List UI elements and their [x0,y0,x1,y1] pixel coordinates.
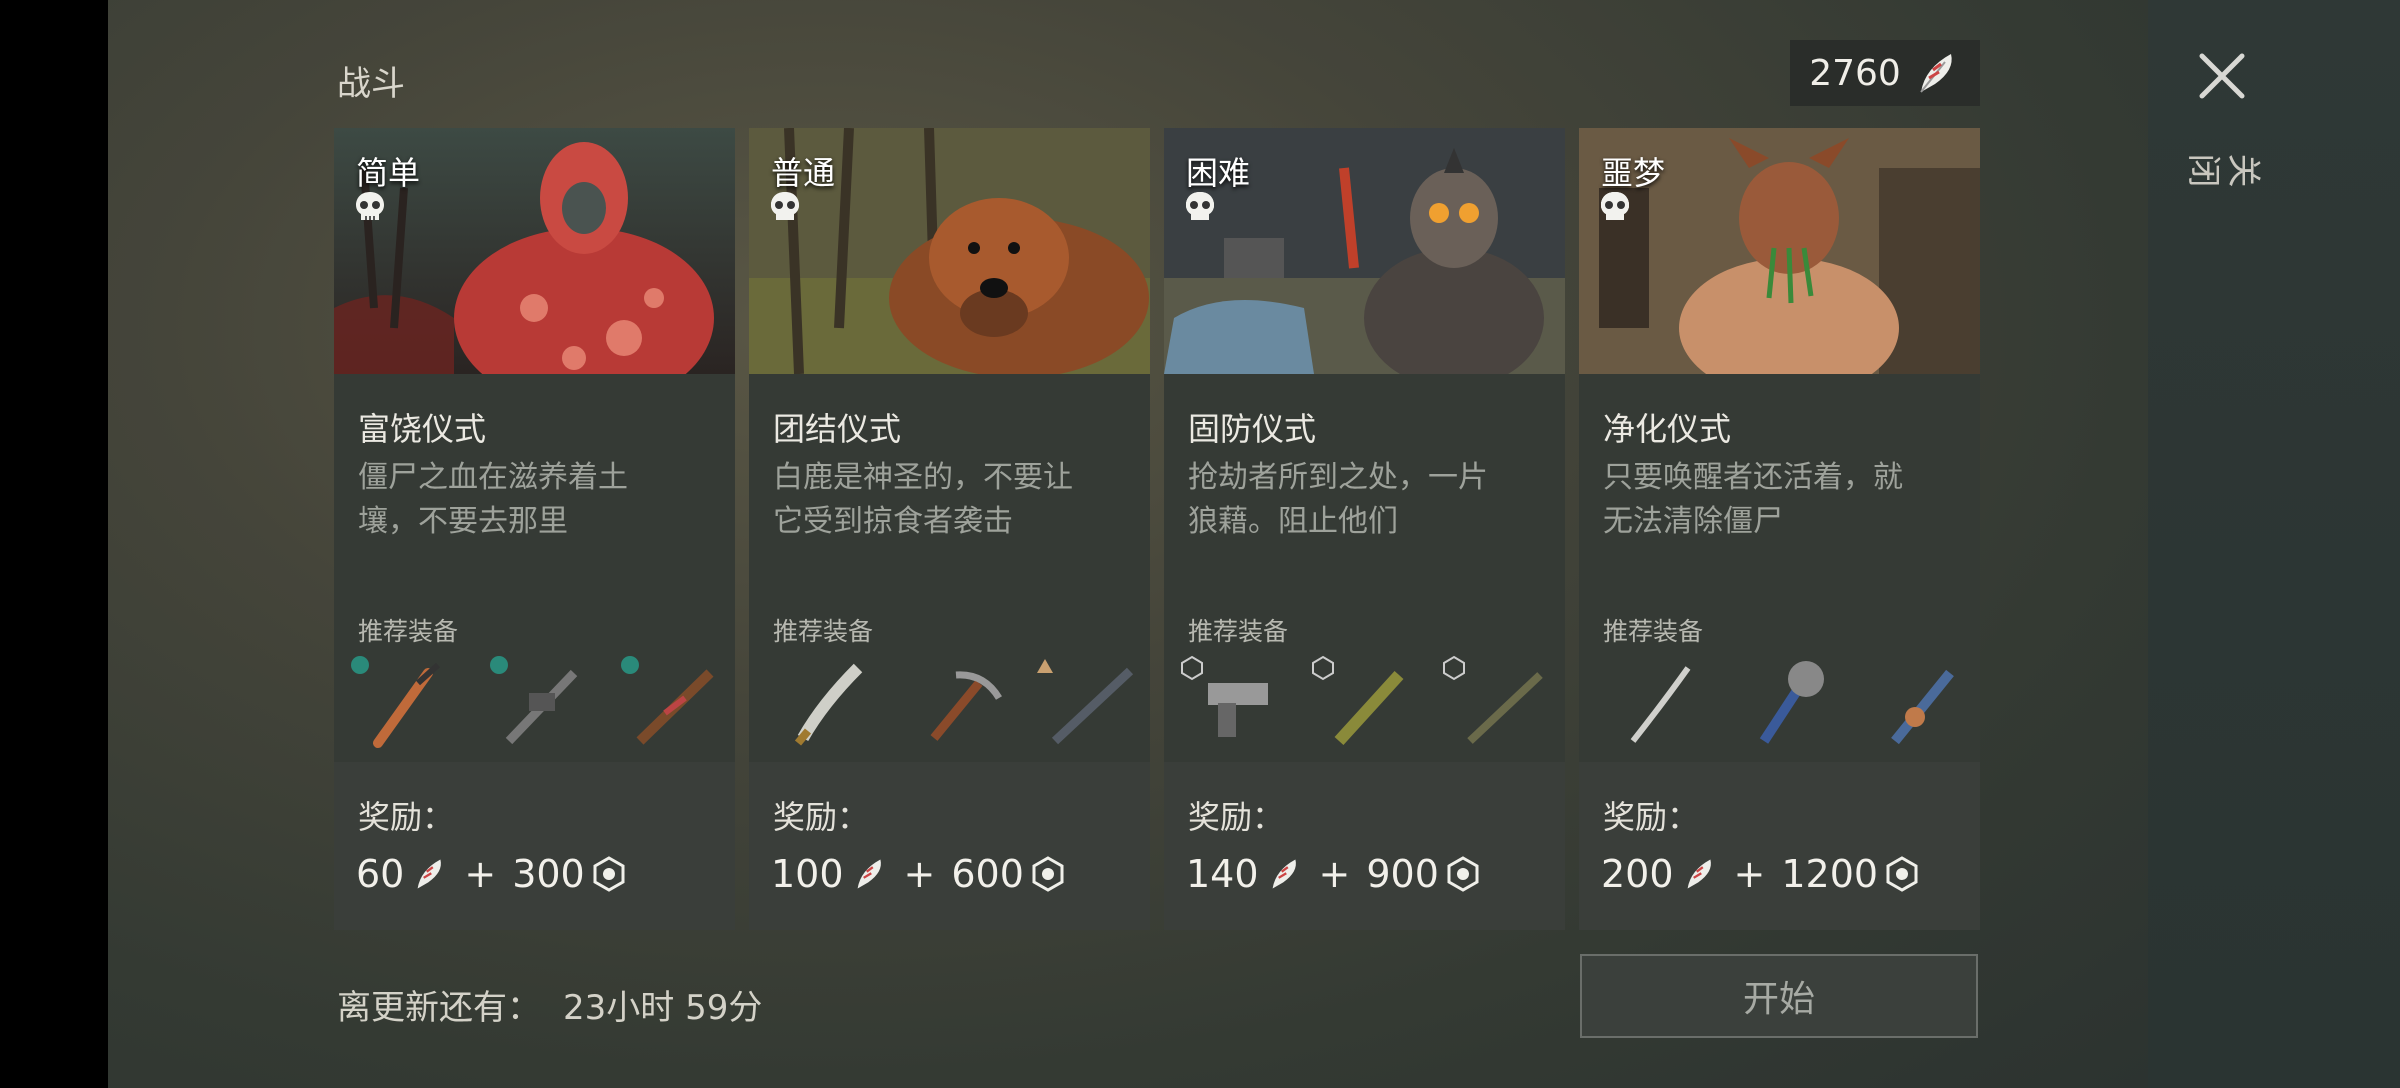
mission-card-nightmare[interactable]: 噩梦 净化仪式 只要唤醒者还活着，就 无法清除僵尸 推荐装备 奖励： 200 +… [1579,128,1980,930]
reward-label: 奖励： [358,798,455,836]
desc-line: 抢劫者所到之处，一片 [1188,460,1488,495]
reward-label: 奖励： [1188,798,1285,836]
desc-line: 壤，不要去那里 [358,504,568,539]
equipment-item[interactable] [1855,653,1973,753]
difficulty-label: 普通 [771,154,836,192]
token-icon [593,856,625,892]
mission-description: 白鹿是神圣的，不要让 它受到掠食者袭击 [773,456,1133,544]
equipment-item[interactable] [1178,653,1296,753]
equipment-label: 推荐装备 [773,617,874,646]
equipment-item[interactable] [348,653,466,753]
mission-name: 净化仪式 [1603,410,1732,448]
close-label[interactable]: 关闭 [2182,147,2262,192]
equipment-item[interactable] [1724,653,1842,753]
equipment-row [1178,653,1558,753]
reward-area: 奖励： 200 + 1200 [1579,762,1980,930]
desc-line: 白鹿是神圣的，不要让 [773,460,1073,495]
reward-label: 奖励： [773,798,870,836]
desc-line: 只要唤醒者还活着，就 [1603,460,1903,495]
token-icon [1886,856,1918,892]
equipment-item[interactable] [763,653,881,753]
currency-display: 2760 [1790,40,1980,106]
reward-value: 200 + 1200 [1601,852,1920,896]
plus-sign: + [464,852,497,896]
mission-name: 富饶仪式 [358,410,487,448]
mission-name: 团结仪式 [773,410,902,448]
equipment-label: 推荐装备 [1603,617,1704,646]
difficulty-label: 简单 [356,154,421,192]
mission-card-hard[interactable]: 困难 固防仪式 抢劫者所到之处，一片 狼藉。阻止他们 推荐装备 奖励： 140 … [1164,128,1565,930]
mission-description: 僵尸之血在滋养着土 壤，不要去那里 [358,456,718,544]
token-icon [1447,856,1479,892]
feather-icon [857,859,881,889]
equipment-item[interactable] [894,653,1012,753]
plus-sign: + [1318,852,1351,896]
skull-icon [1186,192,1214,220]
card-image: 普通 [749,128,1150,374]
plus-sign: + [1733,852,1766,896]
mission-card-normal[interactable]: 普通 团结仪式 白鹿是神圣的，不要让 它受到掠食者袭击 推荐装备 奖励： 100… [749,128,1150,930]
card-image: 困难 [1164,128,1565,374]
desc-line: 狼藉。阻止他们 [1188,504,1398,539]
reward-label: 奖励： [1603,798,1700,836]
currency-amount: 2760 [1809,52,1901,94]
refresh-timer: 离更新还有： 23小时 59分 [337,980,762,1029]
equipment-row [763,653,1143,753]
reward-feathers: 200 [1601,852,1674,896]
mission-description: 抢劫者所到之处，一片 狼藉。阻止他们 [1188,456,1548,544]
equipment-item[interactable] [1440,653,1558,753]
card-image: 简单 [334,128,735,374]
equipment-item[interactable] [610,653,728,753]
equipment-item[interactable] [1309,653,1427,753]
desc-line: 它受到掠食者袭击 [773,504,1013,539]
equipment-item[interactable] [479,653,597,753]
feather-icon [1920,54,1952,93]
token-icon [1032,856,1064,892]
reward-area: 奖励： 140 + 900 [1164,762,1565,930]
mission-name: 固防仪式 [1188,410,1317,448]
equipment-label: 推荐装备 [358,617,459,646]
feather-icon [417,859,442,889]
card-image: 噩梦 [1579,128,1980,374]
plus-sign: + [903,852,936,896]
reward-value: 140 + 900 [1186,852,1481,896]
close-icon[interactable] [2194,48,2250,104]
reward-value: 60 + 300 [356,852,627,896]
timer-value: 23小时 59分 [563,988,763,1028]
equipment-row [348,653,728,753]
reward-feathers: 140 [1186,852,1259,896]
equipment-item[interactable] [1593,653,1711,753]
reward-tokens: 600 [951,852,1024,896]
skull-icon [1601,192,1629,220]
feather-icon [1687,859,1711,889]
page-title: 战斗 [337,64,405,104]
reward-value: 100 + 600 [771,852,1066,896]
skull-icon [356,192,384,220]
reward-area: 奖励： 100 + 600 [749,762,1150,930]
reward-tokens: 1200 [1781,852,1879,896]
reward-feathers: 60 [356,852,405,896]
desc-line: 僵尸之血在滋养着土 [358,460,628,495]
equipment-item[interactable] [1025,653,1143,753]
mission-description: 只要唤醒者还活着，就 无法清除僵尸 [1603,456,1963,544]
reward-tokens: 900 [1366,852,1439,896]
desc-line: 无法清除僵尸 [1603,504,1783,539]
timer-label: 离更新还有： [337,988,541,1028]
skull-icon [771,192,799,220]
difficulty-label: 困难 [1186,154,1251,192]
mission-card-easy[interactable]: 简单 富饶仪式 僵尸之血在滋养着土 壤，不要去那里 推荐装备 奖励： 60 + … [334,128,735,930]
reward-area: 奖励： 60 + 300 [334,762,735,930]
equipment-row [1593,653,1973,753]
reward-tokens: 300 [512,852,585,896]
difficulty-label: 噩梦 [1601,154,1666,192]
equipment-label: 推荐装备 [1188,617,1289,646]
feather-icon [1272,859,1296,889]
start-button[interactable]: 开始 [1580,954,1978,1038]
reward-feathers: 100 [771,852,844,896]
